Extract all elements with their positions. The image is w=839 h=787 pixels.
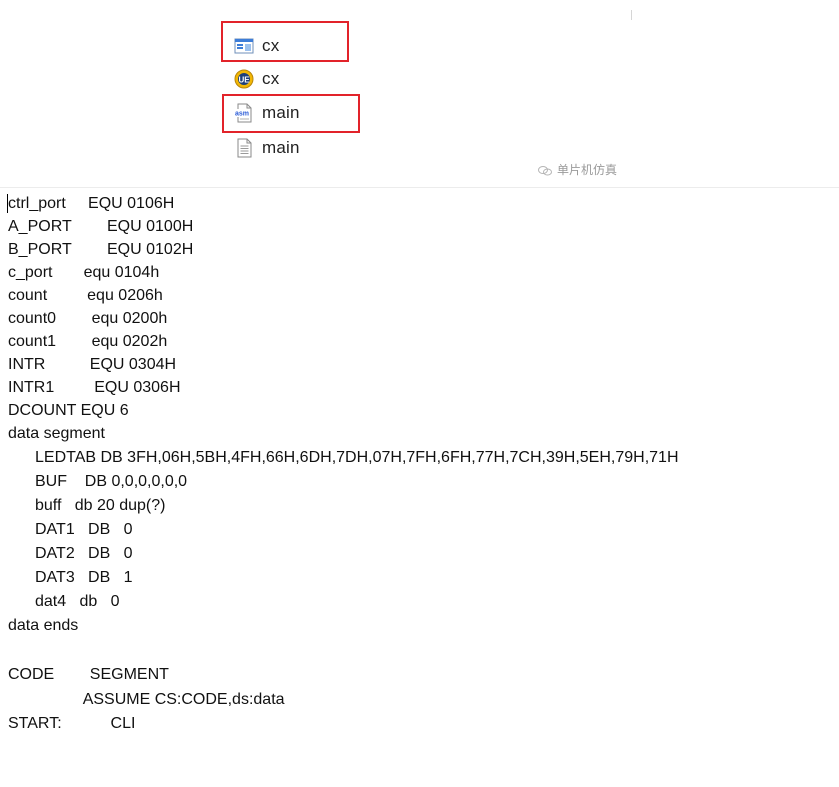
file-item-main-txt[interactable]: main: [234, 133, 300, 163]
file-name: main: [262, 138, 300, 157]
code-line: INTR1 EQU 0306H: [8, 379, 181, 396]
highlight-box-cx: [221, 21, 349, 62]
code-line: DAT1 DB 0: [35, 521, 133, 538]
watermark: 单片机仿真: [538, 161, 617, 178]
code-line: DAT2 DB 0: [35, 545, 133, 562]
code-line: DCOUNT EQU 6: [8, 402, 129, 419]
wechat-icon: [538, 165, 552, 175]
file-explorer-panel: cx UE cx asm main main 单片机仿真: [0, 0, 839, 187]
code-line: buff db 20 dup(?): [35, 497, 166, 514]
svg-text:UE: UE: [238, 76, 250, 85]
watermark-text: 单片机仿真: [557, 163, 618, 177]
code-line: data segment: [8, 425, 105, 442]
code-line: ASSUME CS:CODE,ds:data: [8, 691, 285, 708]
code-line: CODE SEGMENT: [8, 666, 169, 683]
text-file-icon: [234, 138, 254, 158]
code-line: INTR EQU 0304H: [8, 356, 177, 373]
code-line: count1 equ 0202h: [8, 333, 168, 350]
file-name: cx: [262, 69, 280, 88]
code-line: DAT3 DB 1: [35, 569, 133, 586]
code-editor[interactable]: ctrl_port EQU 0106H A_PORT EQU 0100H B_P…: [0, 190, 839, 787]
code-line: ctrl_port EQU 0106H: [8, 195, 175, 212]
code-line: BUF DB 0,0,0,0,0,0: [35, 473, 188, 490]
divider: [0, 187, 839, 188]
highlight-box-main: [222, 94, 360, 133]
caret-mark: [631, 10, 632, 20]
code-line: data ends: [8, 617, 79, 634]
code-line: LEDTAB DB 3FH,06H,5BH,4FH,66H,6DH,7DH,07…: [35, 449, 679, 466]
code-line: dat4 db 0: [35, 593, 120, 610]
code-line: count equ 0206h: [8, 287, 163, 304]
code-line: B_PORT EQU 0102H: [8, 241, 194, 258]
file-item-cx-ue[interactable]: UE cx: [234, 64, 279, 94]
code-line: c_port equ 0104h: [8, 264, 160, 281]
ue-project-icon: UE: [234, 69, 254, 89]
code-line: A_PORT EQU 0100H: [8, 218, 194, 235]
code-line: START: CLI: [8, 715, 136, 732]
code-line: count0 equ 0200h: [8, 310, 168, 327]
